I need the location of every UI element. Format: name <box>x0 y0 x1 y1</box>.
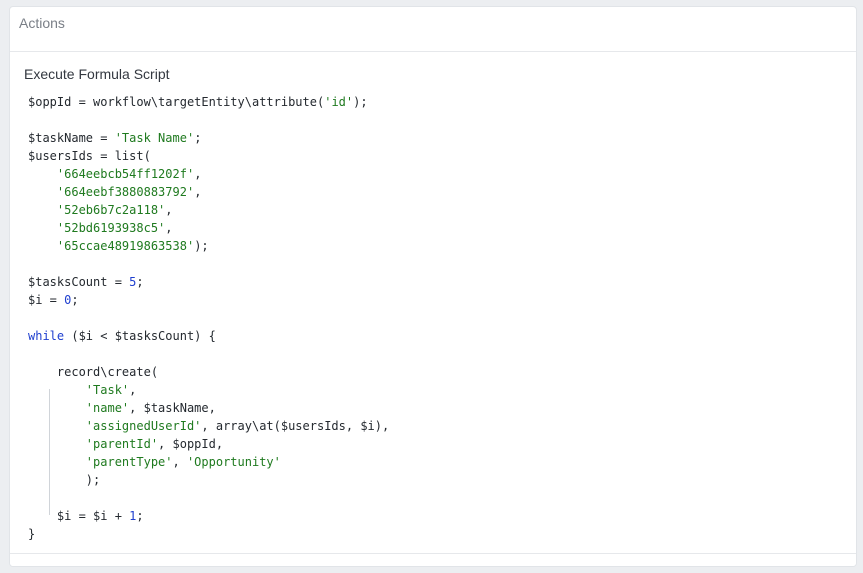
code-line: '664eebf3880883792', <box>28 183 389 201</box>
code-string: '664eebf3880883792' <box>56 185 195 199</box>
actions-panel: Actions Execute Formula Script $oppId = … <box>9 6 857 567</box>
code-string: 'Task Name' <box>114 131 195 145</box>
code-string: '52eb6b7c2a118' <box>56 203 166 217</box>
code-text: , $taskName, <box>129 401 216 415</box>
code-text: , <box>194 167 202 181</box>
code-line: $i = 0; <box>28 291 389 309</box>
code-line: ); <box>28 471 389 489</box>
code-text: , <box>129 383 137 397</box>
code-line: 'assignedUserId', array\at($usersIds, $i… <box>28 417 389 435</box>
code-line: $i = $i + 1; <box>28 507 389 525</box>
code-text: $usersIds = list( <box>28 149 151 163</box>
code-text: , <box>165 203 173 217</box>
panel-header: Actions <box>10 7 856 52</box>
code-string: 'parentId' <box>85 437 159 451</box>
code-text: ); <box>353 95 368 109</box>
code-text: $taskName = <box>28 131 115 145</box>
code-text: $oppId = workflow\targetEntity\attribute… <box>28 95 325 109</box>
code-string: 'Opportunity' <box>186 455 281 469</box>
code-text: , $oppId, <box>158 437 224 451</box>
code-text: , array\at($usersIds, $i), <box>201 419 390 433</box>
code-line: 'parentId', $oppId, <box>28 435 389 453</box>
code-string: 'assignedUserId' <box>85 419 202 433</box>
code-line: '52eb6b7c2a118', <box>28 201 389 219</box>
code-line: $usersIds = list( <box>28 147 389 165</box>
panel-title: Actions <box>19 15 65 31</box>
code-line: '65ccae48919863538'); <box>28 237 389 255</box>
code-line: while ($i < $tasksCount) { <box>28 327 389 345</box>
code-line: $taskName = 'Task Name'; <box>28 129 389 147</box>
code-text: ; <box>136 509 144 523</box>
code-string: 'Task' <box>85 383 130 397</box>
code-line: $oppId = workflow\targetEntity\attribute… <box>28 93 389 111</box>
code-text: , <box>194 185 202 199</box>
code-line: 'parentType', 'Opportunity' <box>28 453 389 471</box>
code-text: $tasksCount = <box>28 275 130 289</box>
code-string: 'id' <box>324 95 354 109</box>
code-text: , <box>165 221 173 235</box>
code-text: ($i < $tasksCount) { <box>64 329 216 343</box>
code-text: ; <box>194 131 202 145</box>
code-string: 'parentType' <box>85 455 173 469</box>
code-text: ; <box>136 275 144 289</box>
code-text: $i = $i + <box>28 509 130 523</box>
code-line: '664eebcb54ff1202f', <box>28 165 389 183</box>
code-line: $tasksCount = 5; <box>28 273 389 291</box>
code-line: 'Task', <box>28 381 389 399</box>
code-text: ); <box>28 473 101 487</box>
code-string: '664eebcb54ff1202f' <box>56 167 195 181</box>
action-title: Execute Formula Script <box>24 66 170 82</box>
code-line: 'name', $taskName, <box>28 399 389 417</box>
code-line: record\create( <box>28 363 389 381</box>
code-text: ; <box>71 293 79 307</box>
code-text: record\create( <box>28 365 159 379</box>
code-line: } <box>28 525 389 543</box>
formula-script-code: $oppId = workflow\targetEntity\attribute… <box>28 93 389 543</box>
code-line: '52bd6193938c5', <box>28 219 389 237</box>
code-string: '65ccae48919863538' <box>56 239 195 253</box>
code-text: } <box>28 527 36 541</box>
code-string: 'name' <box>85 401 130 415</box>
code-text: , <box>172 455 187 469</box>
code-string: '52bd6193938c5' <box>56 221 166 235</box>
panel-footer <box>10 553 856 566</box>
code-text: ); <box>194 239 209 253</box>
code-keyword: while <box>28 329 65 343</box>
code-text: $i = <box>28 293 65 307</box>
